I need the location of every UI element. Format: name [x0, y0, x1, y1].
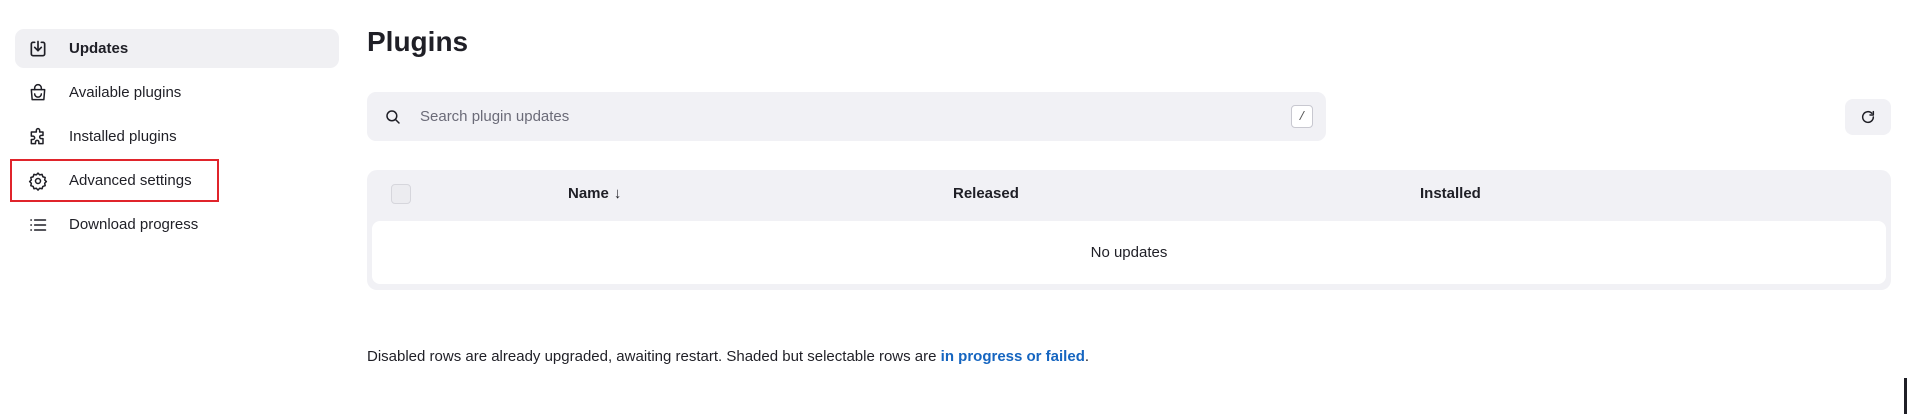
search-bar[interactable]: /: [367, 92, 1326, 141]
table-empty-state: No updates: [372, 221, 1886, 284]
empty-message: No updates: [1090, 244, 1168, 261]
sidebar-item-label: Download progress: [69, 216, 199, 233]
sidebar-item-available-plugins[interactable]: Available plugins: [15, 73, 339, 112]
sort-descending-icon: ↓: [613, 185, 622, 202]
page-title: Plugins: [367, 26, 469, 57]
sidebar-item-download-progress[interactable]: Download progress: [15, 205, 339, 244]
list-icon: [27, 214, 49, 236]
search-icon: [384, 108, 402, 126]
select-all-checkbox[interactable]: [391, 184, 411, 204]
sidebar-item-label: Advanced settings: [69, 172, 192, 189]
updates-table: Name ↓ Released Installed No updates: [367, 170, 1891, 290]
footnote-text: Disabled rows are already upgraded, awai…: [367, 348, 941, 365]
sidebar-item-updates[interactable]: Updates: [15, 29, 339, 68]
download-icon: [27, 38, 49, 60]
table-header: Name ↓ Released Installed: [367, 170, 1891, 220]
footnote-suffix: .: [1084, 348, 1090, 365]
shopping-bag-icon: [27, 82, 49, 104]
keyboard-shortcut-hint: /: [1291, 105, 1313, 128]
column-header-name-label: Name: [568, 185, 609, 202]
sidebar-item-label: Installed plugins: [69, 128, 177, 145]
sidebar-item-label: Updates: [69, 40, 129, 57]
search-input[interactable]: [418, 107, 1326, 126]
sidebar-item-advanced-settings[interactable]: Advanced settings: [10, 159, 219, 202]
plugin-manager-page: Updates Available plugins Installed plug…: [0, 0, 1907, 414]
puzzle-icon: [27, 126, 49, 148]
sidebar: Updates Available plugins Installed plug…: [10, 29, 339, 249]
sidebar-item-installed-plugins[interactable]: Installed plugins: [15, 117, 339, 156]
refresh-button[interactable]: [1845, 99, 1891, 135]
gear-icon: [27, 170, 49, 192]
column-header-name[interactable]: Name ↓: [568, 185, 621, 202]
column-header-released[interactable]: Released: [953, 185, 1019, 202]
footnote: Disabled rows are already upgraded, awai…: [367, 348, 1089, 365]
in-progress-or-failed-link[interactable]: in progress or failed: [941, 348, 1085, 365]
refresh-icon: [1860, 109, 1876, 125]
column-header-installed[interactable]: Installed: [1420, 185, 1481, 202]
sidebar-item-label: Available plugins: [69, 84, 182, 101]
